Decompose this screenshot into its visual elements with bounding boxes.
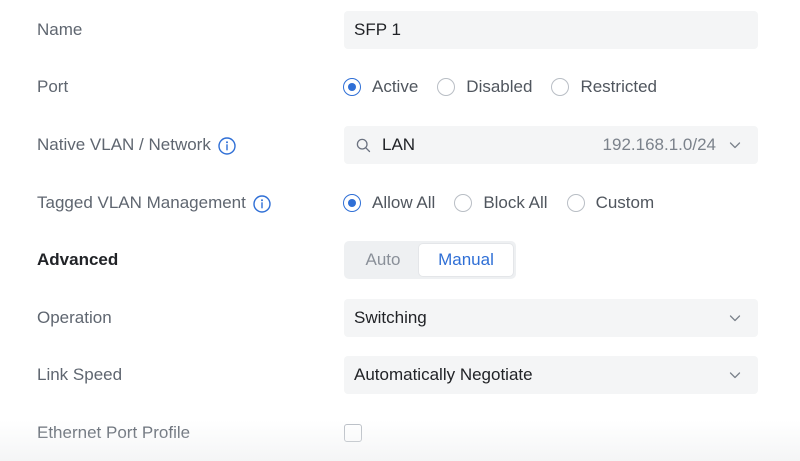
ethernet-port-profile-checkbox[interactable] xyxy=(344,424,362,442)
chevron-down-icon xyxy=(729,315,741,322)
port-radio-disabled[interactable]: Disabled xyxy=(437,77,532,97)
tagged-vlan-label: Tagged VLAN Management xyxy=(37,183,271,223)
tagged-vlan-label-text: Tagged VLAN Management xyxy=(37,193,246,212)
advanced-label: Advanced xyxy=(37,250,119,269)
tagged-vlan-radio-allow-all-label: Allow All xyxy=(372,193,436,212)
radio-unchecked-icon xyxy=(437,78,456,96)
advanced-row: Advanced Auto Manual xyxy=(0,240,800,280)
operation-value: Switching xyxy=(354,308,427,327)
info-icon[interactable] xyxy=(253,195,271,213)
native-vlan-subnet: 192.168.1.0/24 xyxy=(602,135,716,154)
radio-checked-icon xyxy=(343,78,361,96)
native-vlan-row: Native VLAN / Network LAN 192.168.1.0/24 xyxy=(0,125,800,165)
port-radio-active-label: Active xyxy=(372,77,419,96)
port-radio-disabled-label: Disabled xyxy=(466,77,533,96)
advanced-auto-option[interactable]: Auto xyxy=(347,244,419,276)
port-radio-restricted[interactable]: Restricted xyxy=(551,77,657,97)
name-row: Name SFP 1 xyxy=(0,10,800,50)
name-field[interactable]: SFP 1 xyxy=(344,11,758,49)
operation-row: Operation Switching xyxy=(0,298,800,338)
native-vlan-label-text: Native VLAN / Network xyxy=(37,135,211,154)
chevron-down-icon xyxy=(729,372,741,379)
advanced-segmented-control: Auto Manual xyxy=(344,241,516,279)
link-speed-label: Link Speed xyxy=(37,365,123,384)
port-radio-active[interactable]: Active xyxy=(343,77,418,97)
operation-label: Operation xyxy=(37,308,112,327)
native-vlan-select[interactable]: LAN 192.168.1.0/24 xyxy=(344,126,758,164)
tagged-vlan-radio-block-all[interactable]: Block All xyxy=(454,193,548,213)
link-speed-value: Automatically Negotiate xyxy=(354,365,533,384)
radio-checked-icon xyxy=(343,194,361,212)
link-speed-select[interactable]: Automatically Negotiate xyxy=(344,356,758,394)
operation-select[interactable]: Switching xyxy=(344,299,758,337)
tagged-vlan-radio-custom[interactable]: Custom xyxy=(566,193,655,213)
tagged-vlan-radio-custom-label: Custom xyxy=(595,193,655,212)
native-vlan-label: Native VLAN / Network xyxy=(37,125,236,165)
tagged-vlan-radio-block-all-label: Block All xyxy=(483,193,548,212)
search-icon xyxy=(356,138,371,153)
radio-unchecked-icon xyxy=(566,194,585,212)
name-value: SFP 1 xyxy=(354,20,401,39)
radio-unchecked-icon xyxy=(454,194,473,212)
ethernet-port-profile-label: Ethernet Port Profile xyxy=(37,423,191,442)
tagged-vlan-row: Tagged VLAN Management Allow All Block A… xyxy=(0,183,800,223)
native-vlan-value: LAN xyxy=(382,135,416,154)
port-radio-group: Active Disabled Restricted xyxy=(343,67,676,107)
radio-unchecked-icon xyxy=(551,78,570,96)
port-label: Port xyxy=(37,77,69,96)
name-label: Name xyxy=(37,20,83,39)
info-icon[interactable] xyxy=(218,137,236,155)
link-speed-row: Link Speed Automatically Negotiate xyxy=(0,355,800,395)
port-radio-restricted-label: Restricted xyxy=(580,77,657,96)
chevron-down-icon xyxy=(729,142,741,149)
port-row: Port Active Disabled Restricted xyxy=(0,67,800,107)
tagged-vlan-radio-allow-all[interactable]: Allow All xyxy=(343,193,435,213)
tagged-vlan-radio-group: Allow All Block All Custom xyxy=(343,183,673,223)
ethernet-port-profile-row: Ethernet Port Profile xyxy=(0,413,800,453)
advanced-manual-option[interactable]: Manual xyxy=(419,244,513,276)
